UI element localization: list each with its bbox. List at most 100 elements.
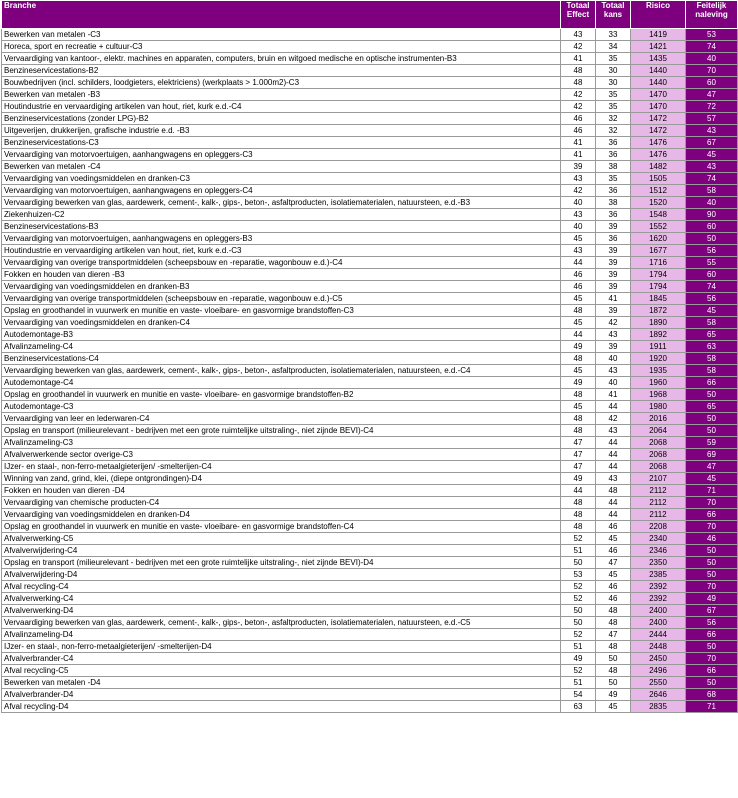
table-row[interactable]: IJzer- en staal-, non-ferro-metaalgieter… bbox=[1, 640, 738, 653]
feitelijk-naleving-cell: 71 bbox=[685, 700, 738, 713]
totaal-effect-cell: 42 bbox=[560, 40, 596, 53]
table-row[interactable]: Uitgeverijen, drukkerijen, grafische ind… bbox=[1, 124, 738, 137]
feitelijk-naleving-cell: 49 bbox=[685, 592, 738, 605]
table-row[interactable]: Vervaardiging van motorvoertuigen, aanha… bbox=[1, 184, 738, 197]
table-row[interactable]: Autodemontage-B3 44 43 1892 65 bbox=[1, 328, 738, 341]
branche-cell: Uitgeverijen, drukkerijen, grafische ind… bbox=[1, 124, 561, 137]
column-header-feitelijk-naleving[interactable]: Feitelijk naleving bbox=[685, 0, 738, 29]
table-row[interactable]: Afvalverwerking-D4 50 48 2400 67 bbox=[1, 604, 738, 617]
table-row[interactable]: Fokken en houden van dieren -B3 46 39 1794 6… bbox=[1, 268, 738, 281]
column-header-branche[interactable]: Branche bbox=[1, 0, 561, 29]
risico-cell: 2346 bbox=[630, 544, 686, 557]
table-row[interactable]: Vervaardiging bewerken van glas, aardewe… bbox=[1, 364, 738, 377]
table-row[interactable]: Vervaardiging bewerken van glas, aardewe… bbox=[1, 196, 738, 209]
table-row[interactable]: Afvalverbrander-C4 49 50 2450 70 bbox=[1, 652, 738, 665]
table-row[interactable]: Bewerken van metalen -D4 51 50 2550 50 bbox=[1, 676, 738, 689]
table-row[interactable]: Benzineservicestations (zonder LPG)-B2 46… bbox=[1, 112, 738, 125]
risico-cell: 1476 bbox=[630, 148, 686, 161]
feitelijk-naleving-cell: 43 bbox=[685, 160, 738, 173]
table-row[interactable]: Vervaardiging van overige transportmidde… bbox=[1, 256, 738, 269]
table-row[interactable]: Autodemontage-C3 45 44 1980 65 bbox=[1, 400, 738, 413]
table-row[interactable]: Benzineservicestations-C4 48 40 1920 58 bbox=[1, 352, 738, 365]
risico-cell: 1512 bbox=[630, 184, 686, 197]
totaal-kans-cell: 39 bbox=[595, 256, 631, 269]
table-row[interactable]: Vervaardiging van voedingsmiddelen en dr… bbox=[1, 280, 738, 293]
totaal-kans-cell: 41 bbox=[595, 388, 631, 401]
table-row[interactable]: Afvalverwerkende sector overige-C3 47 44 20… bbox=[1, 448, 738, 461]
branche-cell: Afvalverbrander-C4 bbox=[1, 652, 561, 665]
totaal-kans-cell: 41 bbox=[595, 292, 631, 305]
totaal-kans-cell: 48 bbox=[595, 604, 631, 617]
table-row[interactable]: Vervaardiging van voedingsmiddelen en dr… bbox=[1, 316, 738, 329]
column-header-totaal-effect[interactable]: Totaal Effect bbox=[560, 0, 596, 29]
table-row[interactable]: Afvalverbrander-D4 54 49 2646 68 bbox=[1, 688, 738, 701]
risk-table: Branche Totaal Effect Totaal kans Risico… bbox=[1, 0, 738, 713]
table-row[interactable]: Autodemontage-C4 49 40 1960 66 bbox=[1, 376, 738, 389]
table-row[interactable]: Vervaardiging van voedingsmiddelen en dr… bbox=[1, 508, 738, 521]
table-row[interactable]: Afvalverwerking-C5 52 45 2340 46 bbox=[1, 532, 738, 545]
branche-cell: IJzer- en staal-, non-ferro-metaalgieter… bbox=[1, 460, 561, 473]
table-row[interactable]: Afvalverwijdering-D4 53 45 2385 50 bbox=[1, 568, 738, 581]
table-row[interactable]: Houtindustrie en vervaardiging artikelen… bbox=[1, 244, 738, 257]
table-row[interactable]: Opslag en groothandel in vuurwerk en mun… bbox=[1, 388, 738, 401]
table-row[interactable]: Afvalverwerking-C4 52 46 2392 49 bbox=[1, 592, 738, 605]
risico-cell: 2448 bbox=[630, 640, 686, 653]
table-row[interactable]: Vervaardiging van leer en lederwaren-C4 4… bbox=[1, 412, 738, 425]
table-row[interactable]: Vervaardiging van chemische producten-C4… bbox=[1, 496, 738, 509]
table-row[interactable]: Vervaardiging van motorvoertuigen, aanha… bbox=[1, 148, 738, 161]
table-row[interactable]: Opslag en groothandel in vuurwerk en mun… bbox=[1, 520, 738, 533]
feitelijk-naleving-cell: 56 bbox=[685, 616, 738, 629]
table-row[interactable]: Benzineservicestations-B3 40 39 1552 60 bbox=[1, 220, 738, 233]
table-row[interactable]: Vervaardiging van motorvoertuigen, aanha… bbox=[1, 232, 738, 245]
feitelijk-naleving-cell: 50 bbox=[685, 424, 738, 437]
table-row[interactable]: IJzer- en staal-, non-ferro-metaalgieter… bbox=[1, 460, 738, 473]
table-row[interactable]: Bewerken van metalen -C4 39 38 1482 43 bbox=[1, 160, 738, 173]
branche-cell: Afval recycling-C5 bbox=[1, 664, 561, 677]
table-row[interactable]: Benzineservicestations-B2 48 30 1440 70 bbox=[1, 64, 738, 77]
table-row[interactable]: Afvalinzameling-C3 47 44 2068 59 bbox=[1, 436, 738, 449]
feitelijk-naleving-cell: 50 bbox=[685, 556, 738, 569]
table-row[interactable]: Afval recycling-C5 52 48 2496 66 bbox=[1, 664, 738, 677]
table-row[interactable]: Opslag en groothandel in vuurwerk en mun… bbox=[1, 304, 738, 317]
risico-cell: 1476 bbox=[630, 136, 686, 149]
table-row[interactable]: Bewerken van metalen -C3 43 33 1419 53 bbox=[1, 28, 738, 41]
branche-cell: Benzineservicestations-C4 bbox=[1, 352, 561, 365]
risico-cell: 2112 bbox=[630, 496, 686, 509]
totaal-kans-cell: 39 bbox=[595, 304, 631, 317]
feitelijk-naleving-cell: 90 bbox=[685, 208, 738, 221]
totaal-effect-cell: 52 bbox=[560, 532, 596, 545]
table-row[interactable]: Benzineservicestations-C3 41 36 1476 67 bbox=[1, 136, 738, 149]
risico-cell: 2016 bbox=[630, 412, 686, 425]
feitelijk-naleving-cell: 69 bbox=[685, 448, 738, 461]
branche-cell: Fokken en houden van dieren -D4 bbox=[1, 484, 561, 497]
table-row[interactable]: Vervaardiging van voedingsmiddelen en dr… bbox=[1, 172, 738, 185]
table-row[interactable]: Vervaardiging van kantoor-, elektr. mach… bbox=[1, 52, 738, 65]
feitelijk-naleving-cell: 66 bbox=[685, 508, 738, 521]
totaal-effect-cell: 43 bbox=[560, 244, 596, 257]
table-row[interactable]: Vervaardiging van overige transportmidde… bbox=[1, 292, 738, 305]
table-row[interactable]: Afval recycling-C4 52 46 2392 70 bbox=[1, 580, 738, 593]
table-row[interactable]: Ziekenhuizen-C2 43 36 1548 90 bbox=[1, 208, 738, 221]
totaal-effect-cell: 45 bbox=[560, 400, 596, 413]
table-row[interactable]: Vervaardiging bewerken van glas, aardewe… bbox=[1, 616, 738, 629]
totaal-kans-cell: 43 bbox=[595, 328, 631, 341]
branche-cell: Benzineservicestations (zonder LPG)-B2 bbox=[1, 112, 561, 125]
table-row[interactable]: Afvalverwijdering-C4 51 46 2346 50 bbox=[1, 544, 738, 557]
table-row[interactable]: Winning van zand, grind, klei, (diepe on… bbox=[1, 472, 738, 485]
table-row[interactable]: Afvalinzameling-C4 49 39 1911 63 bbox=[1, 340, 738, 353]
table-row[interactable]: Afval recycling-D4 63 45 2835 71 bbox=[1, 700, 738, 713]
table-row[interactable]: Horeca, sport en recreatie + cultuur-C3 4… bbox=[1, 40, 738, 53]
column-header-risico[interactable]: Risico bbox=[630, 0, 686, 29]
column-header-totaal-kans[interactable]: Totaal kans bbox=[595, 0, 631, 29]
table-row[interactable]: Bewerken van metalen -B3 42 35 1470 47 bbox=[1, 88, 738, 101]
totaal-kans-cell: 47 bbox=[595, 556, 631, 569]
risico-cell: 1960 bbox=[630, 376, 686, 389]
table-row[interactable]: Afvalinzameling-D4 52 47 2444 66 bbox=[1, 628, 738, 641]
table-row[interactable]: Bouwbedrijven (incl. schilders, loodgiet… bbox=[1, 76, 738, 89]
table-row[interactable]: Houtindustrie en vervaardiging artikelen… bbox=[1, 100, 738, 113]
risico-cell: 2385 bbox=[630, 568, 686, 581]
table-row[interactable]: Opslag en transport (milieurelevant - be… bbox=[1, 424, 738, 437]
feitelijk-naleving-cell: 70 bbox=[685, 652, 738, 665]
table-row[interactable]: Opslag en transport (milieurelevant - be… bbox=[1, 556, 738, 569]
table-row[interactable]: Fokken en houden van dieren -D4 44 48 2112 7… bbox=[1, 484, 738, 497]
